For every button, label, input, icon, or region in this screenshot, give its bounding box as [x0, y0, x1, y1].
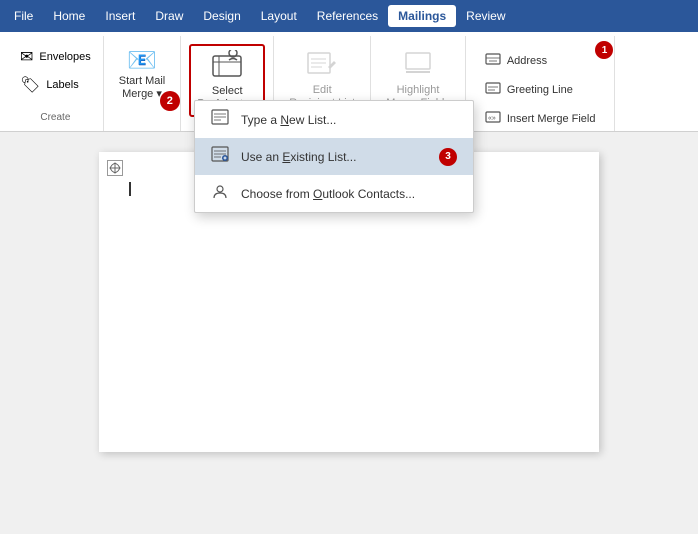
select-recipients-dropdown: Type a New List... Use an Existing List.…: [194, 100, 474, 213]
svg-text:«»: «»: [488, 115, 496, 122]
use-existing-label: Use an Existing List...: [241, 150, 356, 164]
menu-layout[interactable]: Layout: [251, 5, 307, 27]
menu-draw[interactable]: Draw: [145, 5, 193, 27]
move-handle[interactable]: [107, 160, 123, 176]
use-existing-icon: [211, 146, 231, 167]
menu-insert[interactable]: Insert: [95, 5, 145, 27]
labels-button[interactable]: 🏷 Labels: [16, 72, 95, 98]
type-new-icon: [211, 109, 231, 130]
use-existing-list-item[interactable]: Use an Existing List... 3: [195, 138, 473, 175]
start-mail-merge-label: Start MailMerge ▾: [119, 75, 165, 101]
step-badge-2: 2: [160, 91, 180, 111]
create-group: ✉ Envelopes 🏷 Labels Create: [8, 36, 104, 131]
label-icon: 🏷: [20, 75, 40, 95]
insert-merge-field-icon: «»: [485, 110, 501, 127]
menu-bar: File Home Insert Draw Design Layout Refe…: [0, 0, 698, 32]
mail-merge-icon: 📧: [127, 49, 157, 73]
menu-file[interactable]: File: [4, 5, 43, 27]
menu-review[interactable]: Review: [456, 5, 515, 27]
text-cursor: [129, 182, 131, 196]
step-badge-1: 1: [595, 41, 613, 59]
start-mail-merge-group: 📧 Start MailMerge ▾ spacer 2: [104, 36, 181, 131]
envelopes-label: Envelopes: [39, 51, 90, 63]
select-recipients-icon: [211, 50, 243, 83]
edit-list-icon: [306, 49, 338, 82]
outlook-contacts-item[interactable]: Choose from Outlook Contacts...: [195, 175, 473, 212]
greeting-line-icon: [485, 81, 501, 98]
create-group-label: Create: [16, 112, 95, 127]
address-icon: [485, 52, 501, 69]
highlight-icon: [402, 49, 434, 82]
outlook-contacts-label: Choose from Outlook Contacts...: [241, 187, 415, 201]
labels-label: Labels: [46, 79, 78, 91]
type-new-list-item[interactable]: Type a New List...: [195, 101, 473, 138]
write-insert-group: Address 1 Greeting Line: [466, 36, 616, 131]
greeting-line-label: Greeting Line: [507, 84, 573, 96]
menu-mailings[interactable]: Mailings: [388, 5, 456, 27]
address-label: Address: [507, 55, 547, 67]
envelope-icon: ✉: [20, 47, 33, 67]
menu-design[interactable]: Design: [193, 5, 250, 27]
insert-merge-field-button[interactable]: «» Insert Merge Field: [478, 106, 603, 131]
menu-home[interactable]: Home: [43, 5, 95, 27]
address-button[interactable]: Address 1: [478, 48, 603, 73]
menu-references[interactable]: References: [307, 5, 388, 27]
insert-merge-field-label: Insert Merge Field: [507, 113, 596, 125]
greeting-line-button[interactable]: Greeting Line: [478, 77, 603, 102]
step-badge-3: 3: [439, 148, 457, 166]
outlook-contacts-icon: [211, 183, 231, 204]
envelopes-button[interactable]: ✉ Envelopes: [16, 44, 95, 70]
type-new-label: Type a New List...: [241, 113, 336, 127]
